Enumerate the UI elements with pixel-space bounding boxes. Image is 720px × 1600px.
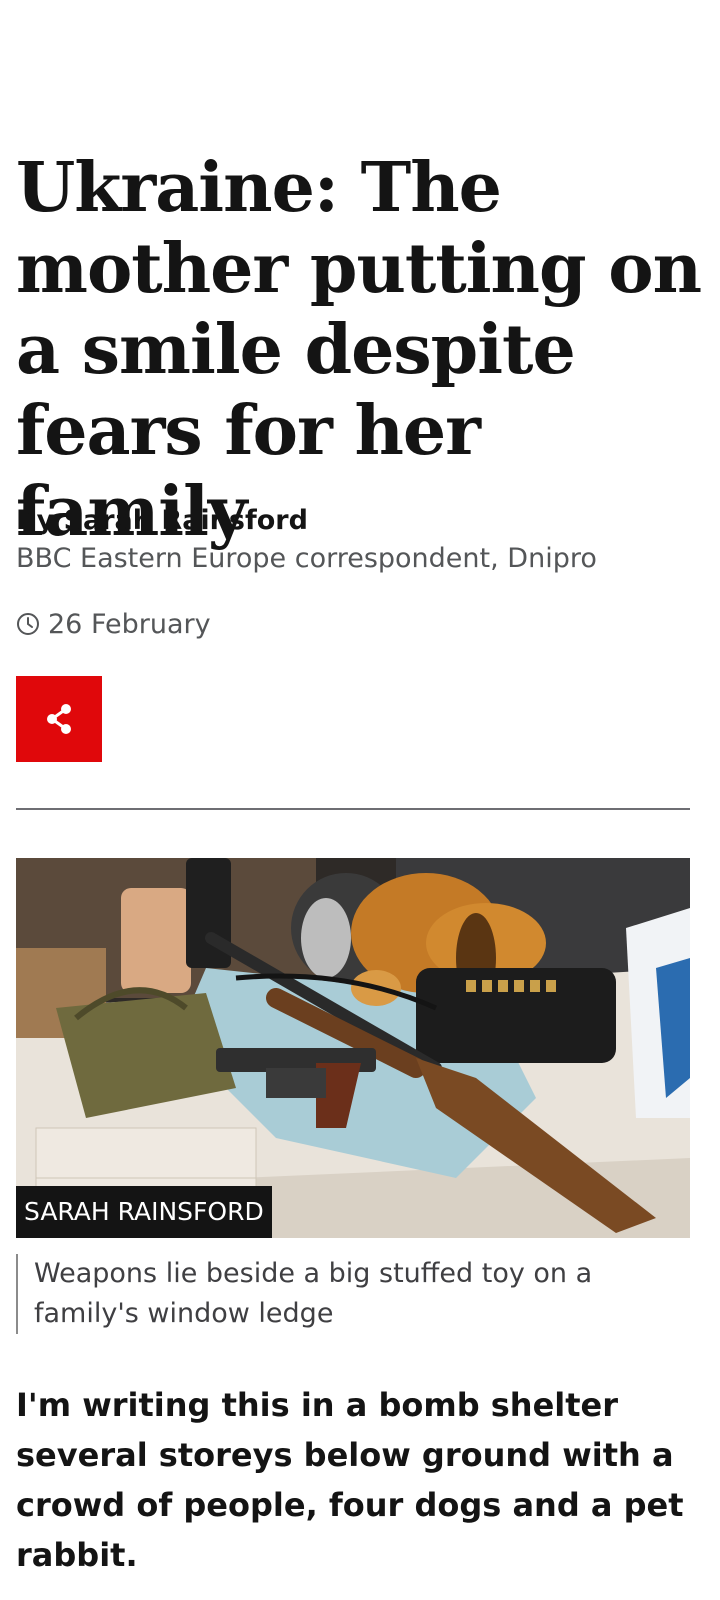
article-image[interactable]: SARAH RAINSFORD — [16, 858, 690, 1238]
byline: By Sarah Rainsford BBC Eastern Europe co… — [16, 502, 706, 578]
weapons-photo — [16, 858, 690, 1238]
publish-date: 26 February — [16, 604, 211, 644]
article-lead-paragraph: I'm writing this in a bomb shelter sever… — [16, 1386, 684, 1574]
divider — [16, 808, 690, 810]
share-button[interactable] — [16, 676, 102, 762]
date-text: 26 February — [48, 608, 211, 640]
article-page: Ukraine: The mother putting on a smile d… — [0, 0, 720, 1600]
image-credit: SARAH RAINSFORD — [16, 1186, 272, 1238]
byline-role: BBC Eastern Europe correspondent, Dnipro — [16, 543, 597, 574]
article-headline: Ukraine: The mother putting on a smile d… — [16, 148, 702, 552]
byline-author: By Sarah Rainsford — [16, 505, 308, 536]
share-icon — [47, 704, 71, 734]
image-caption: Weapons lie beside a big stuffed toy on … — [16, 1254, 690, 1334]
clock-icon — [17, 613, 39, 635]
